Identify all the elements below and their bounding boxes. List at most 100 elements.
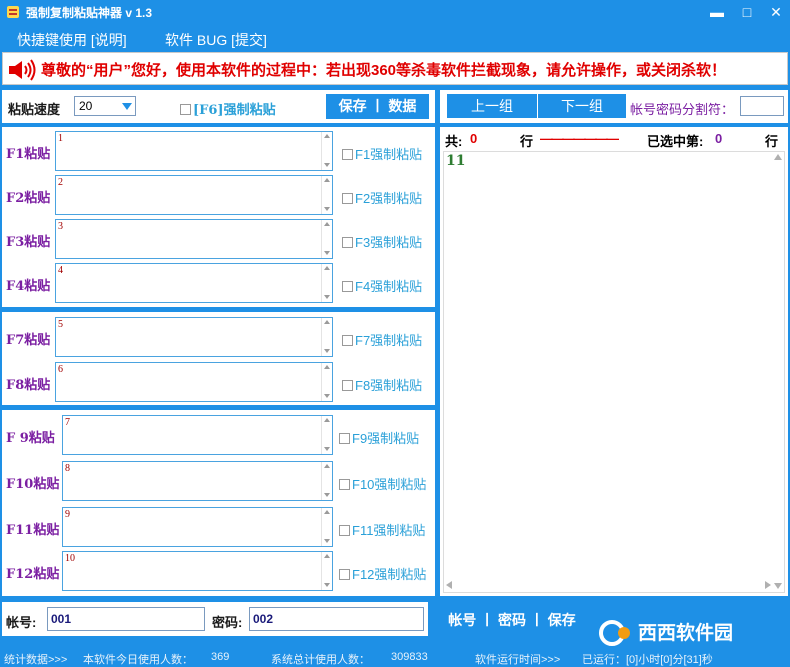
speed-select[interactable]: 20 (74, 96, 136, 116)
force-paste-checkbox[interactable]: F8强制粘贴 (342, 375, 422, 394)
textarea-scrollbar[interactable] (321, 176, 332, 214)
textarea-scrollbar[interactable] (321, 264, 332, 302)
scroll-up-icon[interactable] (324, 320, 330, 324)
force-paste-checkbox[interactable]: F11强制粘贴 (339, 520, 425, 539)
close-button[interactable]: ✕ (764, 1, 788, 23)
slot-number: 7 (65, 417, 70, 428)
checkbox-box[interactable] (180, 104, 191, 115)
chevron-down-icon (122, 103, 132, 110)
scroll-down-icon[interactable] (324, 493, 330, 497)
textarea-scrollbar[interactable] (321, 132, 332, 170)
textarea-scrollbar[interactable] (321, 462, 332, 500)
f6-checkbox[interactable]: [F6]强制粘贴 (180, 99, 276, 118)
password-input[interactable]: 002 (249, 607, 424, 631)
minimize-button[interactable]: ▬ (705, 1, 729, 23)
list-item[interactable]: 11 (446, 153, 465, 169)
scroll-left-icon[interactable] (446, 581, 452, 589)
maximize-button[interactable]: □ (735, 1, 759, 23)
paste-textarea[interactable]: 1 (55, 131, 333, 171)
paste-textarea[interactable]: 6 (55, 362, 333, 402)
slot-number: 2 (58, 177, 63, 188)
paste-label: F 9粘贴 (6, 431, 55, 446)
prev-group-button[interactable]: 上一组 (447, 94, 537, 118)
textarea-scrollbar[interactable] (321, 318, 332, 356)
paste-group-2: F7粘贴 5 F7强制粘贴 F8粘贴 6 F8强制粘贴 (2, 312, 435, 405)
checkbox-box[interactable] (342, 281, 353, 292)
paste-textarea[interactable]: 4 (55, 263, 333, 303)
scroll-down-icon[interactable] (324, 251, 330, 255)
paste-group-1: F1粘贴 1 F1强制粘贴 F2粘贴 2 F2强制粘贴 F3粘贴 3 F3强制粘贴 F4粘贴 4 F4… (2, 127, 435, 307)
group-nav-panel: 上一组 下一组 帐号密码分割符： (440, 90, 788, 123)
scroll-down-icon[interactable] (324, 295, 330, 299)
force-paste-label: F7强制粘贴 (355, 333, 423, 348)
app-icon (7, 6, 19, 18)
account-label: 帐号: (6, 615, 37, 630)
checkbox-box[interactable] (342, 335, 353, 346)
force-paste-checkbox[interactable]: F9强制粘贴 (339, 428, 419, 447)
scroll-right-icon[interactable] (765, 581, 771, 589)
account-list[interactable]: 11 (443, 151, 785, 593)
checkbox-box[interactable] (342, 149, 353, 160)
scroll-down-icon[interactable] (324, 349, 330, 353)
slot-number: 1 (58, 133, 63, 144)
menu-shortcut-help[interactable]: 快捷键使用 [说明] (17, 30, 127, 50)
scroll-up-icon[interactable] (324, 510, 330, 514)
paste-textarea[interactable]: 5 (55, 317, 333, 357)
paste-textarea[interactable]: 2 (55, 175, 333, 215)
scroll-up-icon[interactable] (324, 178, 330, 182)
force-paste-checkbox[interactable]: F12强制粘贴 (339, 564, 426, 583)
scroll-up-icon[interactable] (774, 154, 782, 160)
force-paste-checkbox[interactable]: F1强制粘贴 (342, 144, 422, 163)
textarea-scrollbar[interactable] (321, 552, 332, 590)
force-paste-checkbox[interactable]: F7强制粘贴 (342, 330, 422, 349)
force-paste-checkbox[interactable]: F10强制粘贴 (339, 474, 426, 493)
textarea-scrollbar[interactable] (321, 416, 332, 454)
checkbox-box[interactable] (339, 525, 350, 536)
slot-number: 8 (65, 463, 70, 474)
textarea-scrollbar[interactable] (321, 220, 332, 258)
account-actions-button[interactable]: 帐号 丨 密码 丨 保存 (433, 607, 591, 633)
scroll-up-icon[interactable] (324, 464, 330, 468)
menu-bug-report[interactable]: 软件 BUG [提交] (165, 30, 267, 50)
scroll-down-icon[interactable] (324, 583, 330, 587)
scroll-up-icon[interactable] (324, 222, 330, 226)
paste-textarea[interactable]: 3 (55, 219, 333, 259)
textarea-scrollbar[interactable] (321, 363, 332, 401)
scroll-up-icon[interactable] (324, 266, 330, 270)
checkbox-box[interactable] (342, 237, 353, 248)
separator-input[interactable] (740, 96, 784, 116)
checkbox-box[interactable] (339, 569, 350, 580)
force-paste-checkbox[interactable]: F2强制粘贴 (342, 188, 422, 207)
row-label-2: 行 (765, 134, 779, 149)
checkbox-box[interactable] (342, 380, 353, 391)
paste-label: F3粘贴 (6, 235, 51, 250)
scroll-down-icon[interactable] (324, 163, 330, 167)
f6-label: [F6]强制粘贴 (193, 103, 276, 118)
scroll-down-icon[interactable] (324, 394, 330, 398)
title-bar: 强制复制粘贴神器 v 1.3 ▬ □ ✕ (0, 0, 790, 25)
paste-textarea[interactable]: 9 (62, 507, 333, 547)
slot-number: 6 (58, 364, 63, 375)
scroll-down-icon[interactable] (324, 447, 330, 451)
checkbox-box[interactable] (342, 193, 353, 204)
scroll-down-icon[interactable] (774, 583, 782, 589)
speed-value: 20 (79, 99, 93, 113)
scroll-up-icon[interactable] (324, 418, 330, 422)
paste-textarea[interactable]: 7 (62, 415, 333, 455)
checkbox-box[interactable] (339, 433, 350, 444)
checkbox-box[interactable] (339, 479, 350, 490)
next-group-button[interactable]: 下一组 (538, 94, 626, 118)
force-paste-checkbox[interactable]: F3强制粘贴 (342, 232, 422, 251)
textarea-scrollbar[interactable] (321, 508, 332, 546)
paste-textarea[interactable]: 8 (62, 461, 333, 501)
scroll-up-icon[interactable] (324, 134, 330, 138)
scroll-down-icon[interactable] (324, 539, 330, 543)
scroll-up-icon[interactable] (324, 365, 330, 369)
save-data-button[interactable]: 保存 丨 数据 (326, 94, 429, 119)
scroll-down-icon[interactable] (324, 207, 330, 211)
force-paste-label: F12强制粘贴 (352, 567, 427, 582)
paste-textarea[interactable]: 10 (62, 551, 333, 591)
account-input[interactable]: 001 (47, 607, 205, 631)
force-paste-checkbox[interactable]: F4强制粘贴 (342, 276, 422, 295)
scroll-up-icon[interactable] (324, 554, 330, 558)
